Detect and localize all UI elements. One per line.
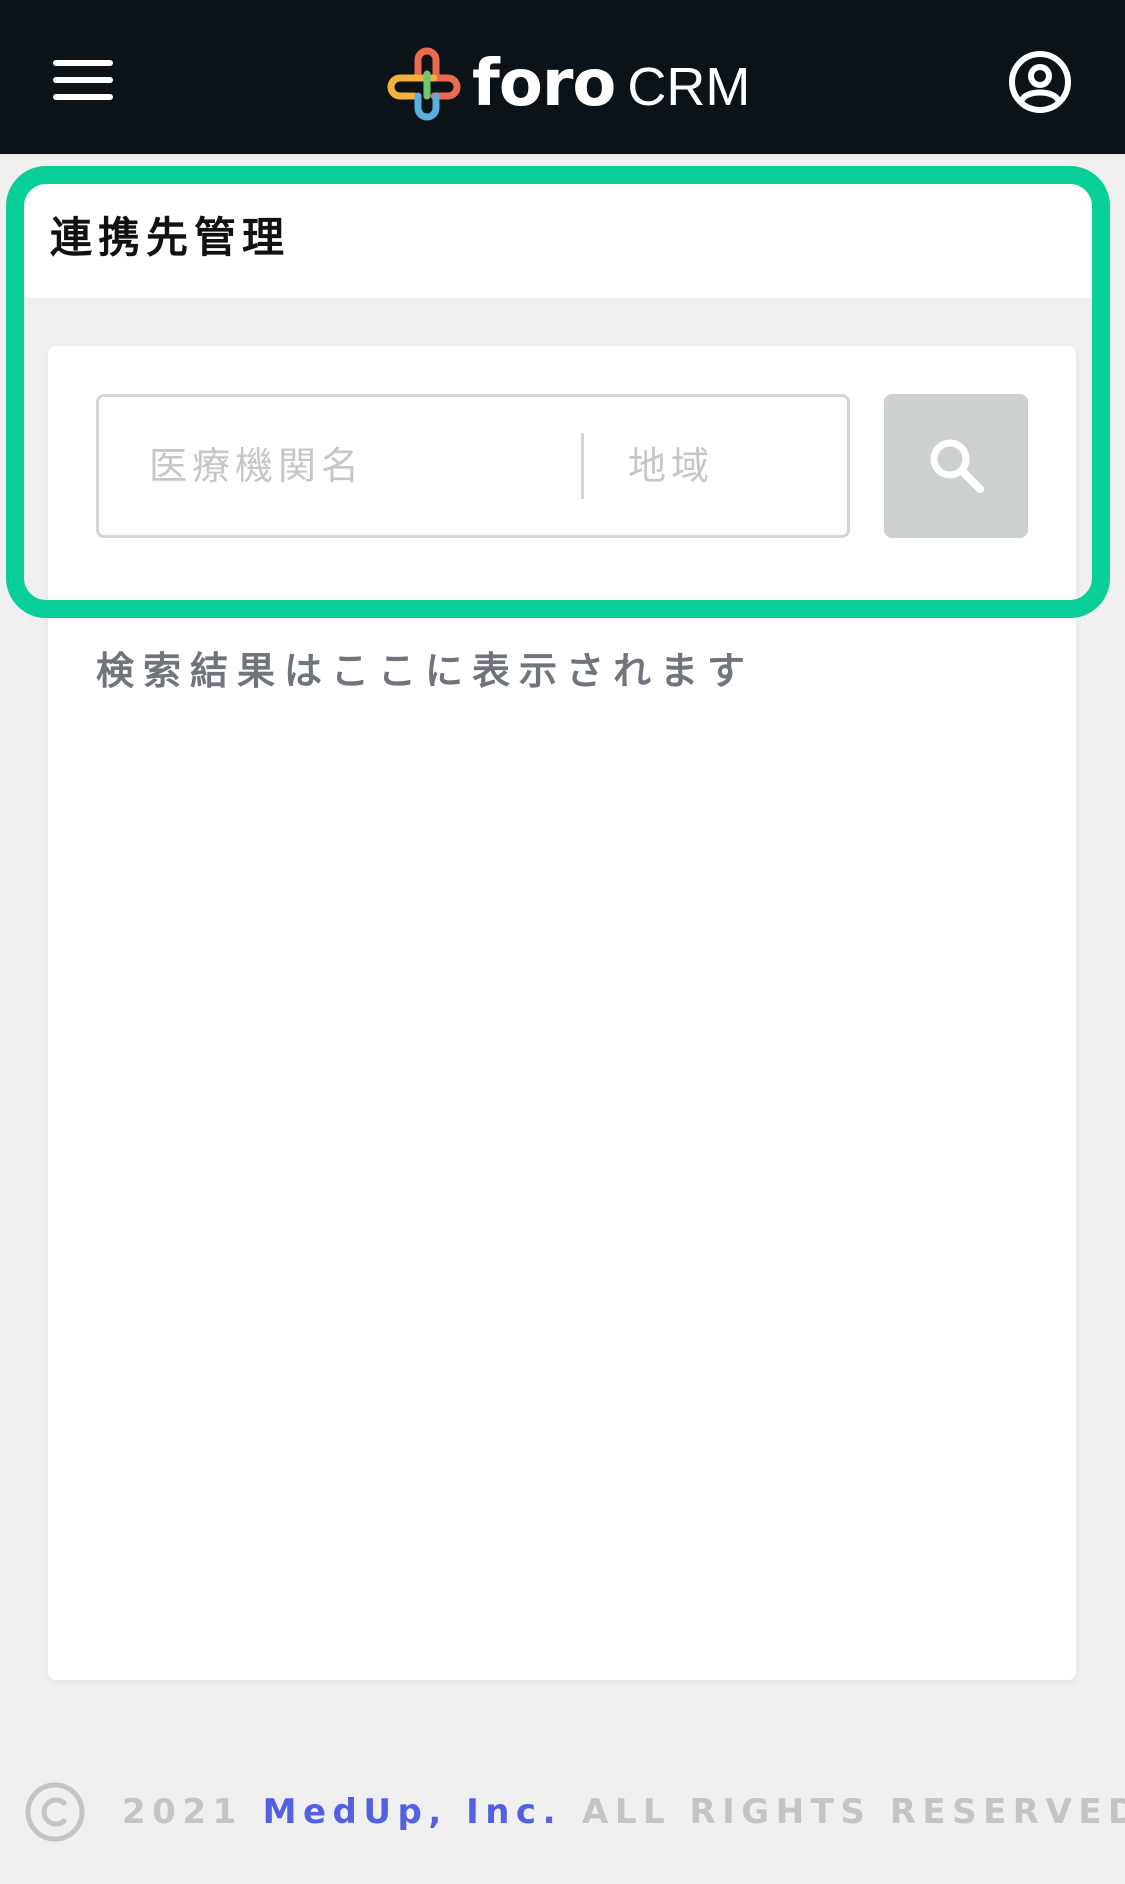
hamburger-menu-icon[interactable] (50, 58, 116, 102)
copyright-year: 2021 (122, 1792, 243, 1832)
area-input[interactable] (584, 396, 830, 536)
empty-results-message: 検索結果はここに表示されます (96, 649, 755, 693)
user-circle-icon[interactable] (1008, 50, 1072, 114)
page-title: 連携先管理 (50, 213, 291, 262)
facility-name-input[interactable] (99, 396, 581, 536)
page-header: 連携先管理 (24, 180, 1100, 298)
top-navigation-bar: foro CRM (0, 0, 1125, 154)
company-link[interactable]: MedUp, Inc. (263, 1792, 562, 1832)
search-box (96, 394, 850, 538)
brand-name: foro (472, 47, 616, 121)
search-icon (930, 439, 984, 493)
rights-text: ALL RIGHTS RESERVED. (582, 1792, 1125, 1832)
search-card: 検索結果はここに表示されます (48, 346, 1076, 1680)
brand-suffix: CRM (627, 57, 751, 117)
search-button[interactable] (884, 394, 1028, 538)
footer: 2021 MedUp, Inc. ALL RIGHTS RESERVED. (24, 1776, 1125, 1848)
app-logo[interactable]: foro CRM (384, 44, 750, 124)
foro-logo-mark-icon (387, 47, 461, 121)
copyright-icon (25, 1782, 85, 1842)
